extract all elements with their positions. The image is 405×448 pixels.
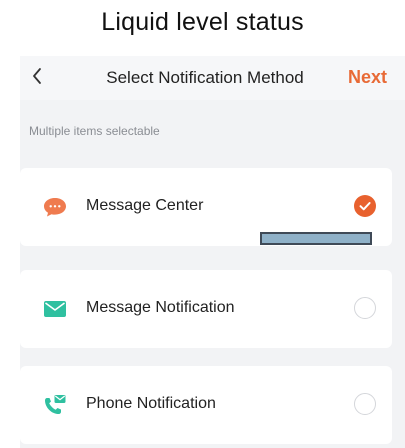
chat-bubble-icon [42,195,68,219]
envelope-icon [42,297,68,321]
checkmark-icon [359,202,371,211]
option-label: Message Notification [86,299,235,316]
phone-mail-icon [42,393,68,417]
option-label: Phone Notification [86,395,216,412]
caption-title: Liquid level status [101,8,304,36]
page-title: Select Notification Method [106,68,304,87]
option-message-notification[interactable]: Message Notification [20,270,392,348]
navigation-bar: Select Notification Method Next [20,56,405,100]
option-phone-notification[interactable]: Phone Notification [20,366,392,444]
next-button[interactable]: Next [348,67,387,88]
app-screen: Select Notification Method Next Multiple… [20,56,405,448]
chevron-left-icon [33,68,41,84]
option-label: Message Center [86,197,204,214]
back-button[interactable] [30,66,50,90]
checkbox-checked[interactable] [354,195,376,217]
checkbox-unchecked[interactable] [354,297,376,319]
checkbox-unchecked[interactable] [354,393,376,415]
annotation-highlight-bar [260,232,372,245]
selection-hint: Multiple items selectable [29,124,160,138]
